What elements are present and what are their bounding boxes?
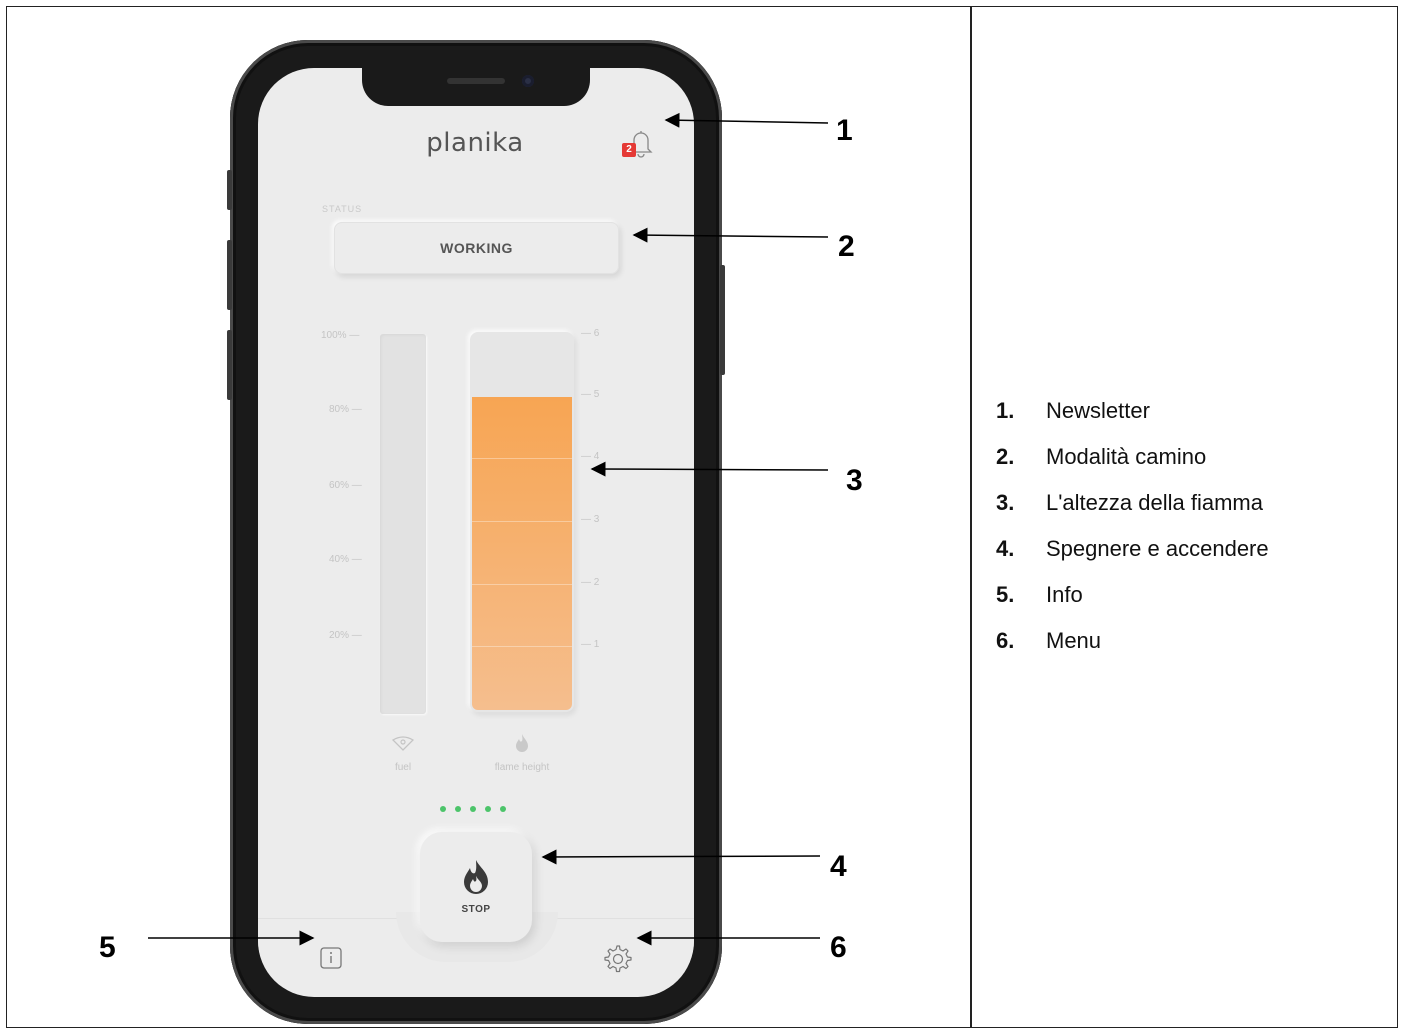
legend-text: Menu [1046, 628, 1102, 653]
legend-item: 6. Menu [996, 618, 1269, 664]
legend-number: 5. [996, 582, 1015, 607]
legend-text: Modalità camino [1046, 444, 1207, 469]
callout-1: 1 [836, 114, 853, 147]
legend-number: 1. [996, 398, 1015, 423]
callout-4: 4 [830, 850, 847, 883]
legend-item: 1. Newsletter [996, 388, 1269, 434]
legend-number: 2. [996, 444, 1015, 469]
legend-item: 3. L'altezza della fiamma [996, 480, 1269, 526]
legend-text: Newsletter [1046, 398, 1150, 423]
legend-item: 5. Info [996, 572, 1269, 618]
callout-3: 3 [846, 464, 863, 497]
legend-item: 4. Spegnere e accendere [996, 526, 1269, 572]
legend-number: 3. [996, 490, 1015, 515]
callout-6: 6 [830, 931, 847, 964]
legend-text: L'altezza della fiamma [1046, 490, 1263, 515]
legend-text: Info [1046, 582, 1083, 607]
callout-2: 2 [838, 230, 855, 263]
legend-number: 4. [996, 536, 1015, 561]
legend-number: 6. [996, 628, 1015, 653]
legend-list: 1. Newsletter 2. Modalità camino 3. L'altez… [996, 388, 1269, 664]
legend-item: 2. Modalità camino [996, 434, 1269, 480]
legend-text: Spegnere e accendere [1046, 536, 1269, 561]
callout-5: 5 [99, 931, 116, 964]
